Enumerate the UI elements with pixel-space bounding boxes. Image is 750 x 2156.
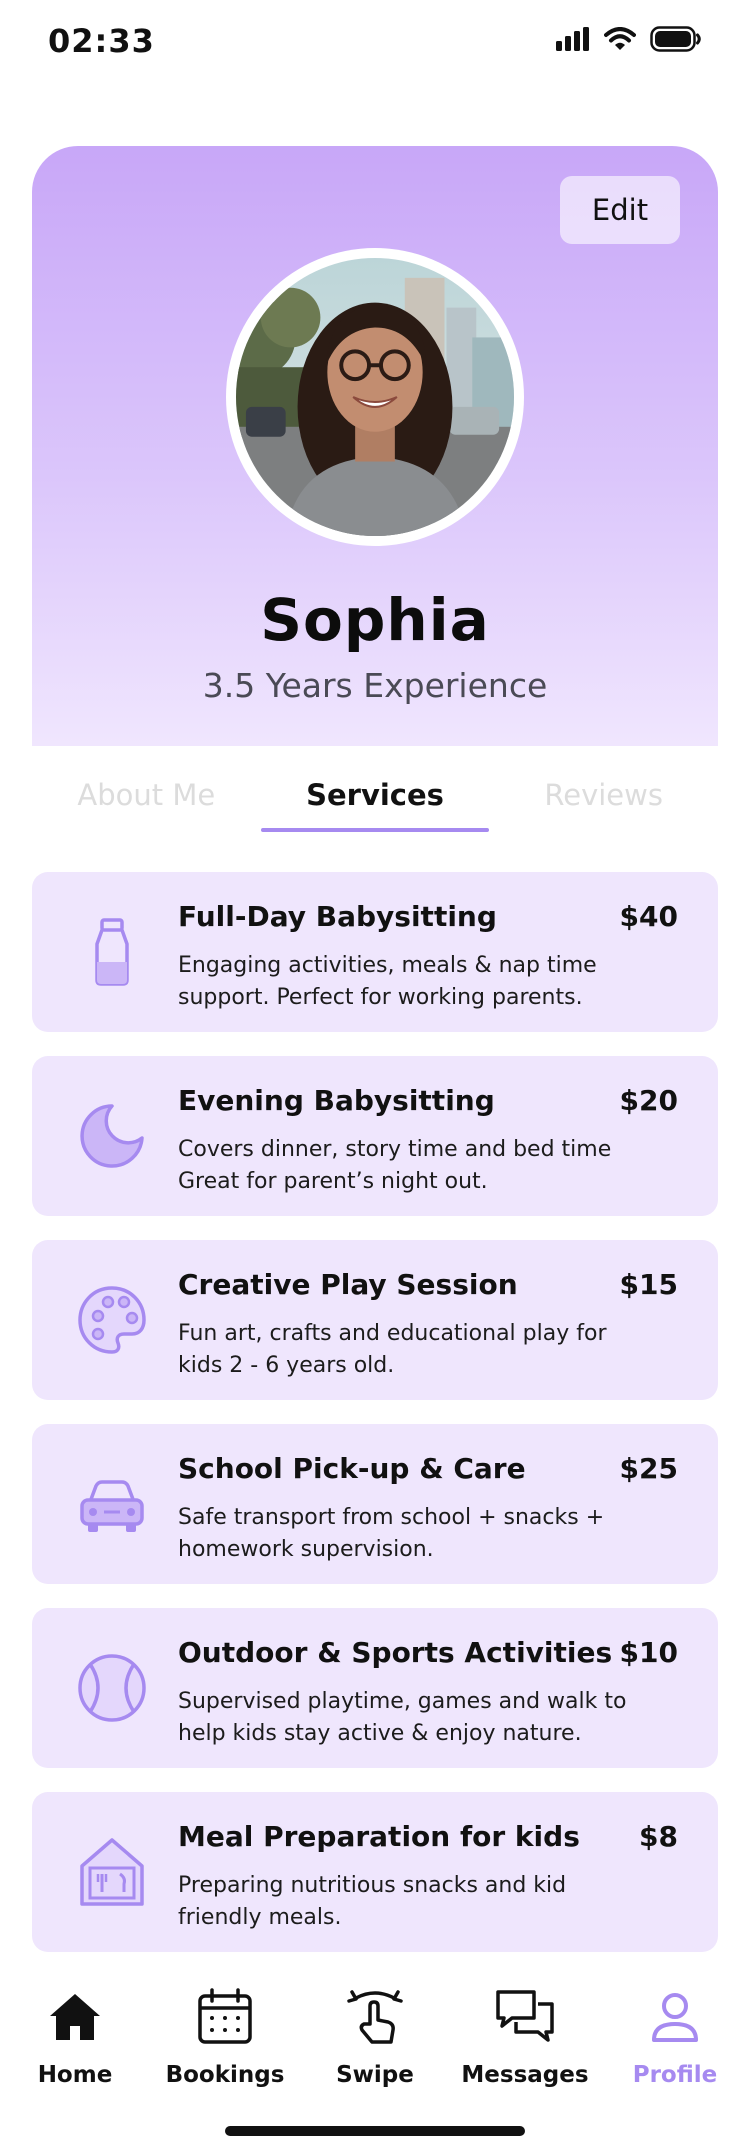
avatar-photo [236,258,514,536]
calendar-icon [198,1988,252,2044]
nav-swipe[interactable]: Swipe [300,1986,450,2088]
service-description: Preparing nutritious snacks and kid frie… [178,1873,567,1930]
palette-icon [72,1280,152,1360]
service-item-full-day[interactable]: Full-Day Babysitting $40 Engaging activi… [32,872,718,1032]
experience-text: 3.5 Years Experience [202,666,548,705]
status-time: 02:33 [48,22,155,60]
service-title: Creative Play Session [178,1268,518,1301]
service-item-outdoor-sports[interactable]: Outdoor & Sports Activities $10 Supervis… [32,1608,718,1768]
battery-icon [650,26,701,52]
service-list: Full-Day Babysitting $40 Engaging activi… [32,872,718,1976]
tab-reviews[interactable]: Reviews [489,766,718,836]
status-bar: 02:33 [0,0,750,90]
service-title: Meal Preparation for kids [178,1820,580,1853]
tab-services[interactable]: Services [260,766,490,836]
ball-icon [72,1648,152,1728]
profile-name: Sophia [260,586,490,654]
edit-button[interactable]: Edit [560,176,680,244]
wifi-icon [604,27,636,50]
nav-label: Profile [632,2062,718,2088]
service-description: Engaging activities, meals & nap time su… [178,953,597,1010]
service-price: $40 [619,900,678,933]
profile-header: Edit Sophia 3.5 Years Experience [32,146,718,746]
status-icons [556,26,702,52]
service-price: $20 [619,1084,678,1117]
swipe-icon [347,1990,403,2044]
service-item-evening[interactable]: Evening Babysitting $20 Covers dinner, s… [32,1056,718,1216]
bottom-nav: Home Bookings Swipe Messages Profile [0,1962,750,2156]
tab-about-me[interactable]: About Me [32,766,261,836]
profile-icon [652,1993,698,2042]
nav-bookings[interactable]: Bookings [150,1986,300,2088]
service-title: Full-Day Babysitting [178,900,497,933]
nav-profile[interactable]: Profile [600,1986,750,2088]
home-indicator [225,2126,525,2136]
messages-icon [496,1990,554,2042]
moon-icon [72,1096,152,1176]
nav-label: Home [37,2062,113,2088]
nav-label: Bookings [165,2062,285,2088]
profile-tabs: About Me Services Reviews [32,766,718,836]
service-title: Evening Babysitting [178,1084,495,1117]
service-item-creative-play[interactable]: Creative Play Session $15 Fun art, craft… [32,1240,718,1400]
home-icon [50,1994,100,2040]
service-price: $10 [619,1636,678,1669]
nav-label: Messages [461,2062,589,2088]
kitchen-icon [72,1832,152,1912]
nav-home[interactable]: Home [0,1986,150,2088]
nav-messages[interactable]: Messages [450,1986,600,2088]
nav-label: Swipe [336,2062,414,2088]
service-title: School Pick-up & Care [178,1452,526,1485]
service-description: Fun art, crafts and educational play for… [178,1321,607,1378]
service-description: Covers dinner, story time and bed time G… [178,1137,612,1194]
service-item-meal-prep[interactable]: Meal Preparation for kids $8 Preparing n… [32,1792,718,1952]
service-item-school-pickup[interactable]: School Pick-up & Care $25 Safe transport… [32,1424,718,1584]
signal-icon [556,27,589,51]
avatar [226,248,524,546]
service-title: Outdoor & Sports Activities [178,1636,613,1669]
service-description: Supervised playtime, games and walk to h… [178,1689,627,1746]
service-price: $25 [619,1452,678,1485]
car-icon [72,1464,152,1544]
service-price: $8 [639,1820,678,1853]
milk-bottle-icon [72,912,152,992]
service-price: $15 [619,1268,678,1301]
service-description: Safe transport from school + snacks + ho… [178,1505,605,1562]
